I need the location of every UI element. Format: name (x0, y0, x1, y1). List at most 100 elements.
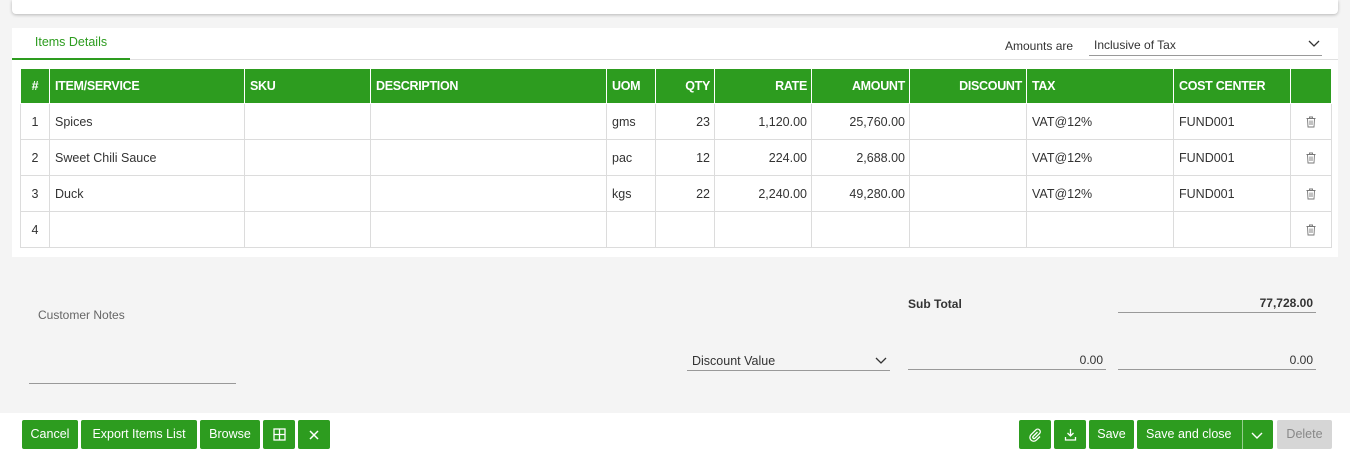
cell-uom[interactable]: pac (606, 139, 656, 176)
save-and-close-label: Save and close (1146, 427, 1232, 441)
cell-actions (1290, 103, 1332, 140)
download-button[interactable] (1054, 420, 1086, 449)
grid-icon (272, 428, 286, 441)
table-row[interactable]: 2 Sweet Chili Sauce pac 12 224.00 2,688.… (20, 139, 1332, 176)
cell-cost-center[interactable]: FUND001 (1173, 103, 1291, 140)
save-button[interactable]: Save (1089, 420, 1134, 449)
paperclip-icon (1029, 428, 1041, 442)
cell-cost-center[interactable]: FUND001 (1173, 139, 1291, 176)
chevron-down-icon[interactable] (1251, 429, 1263, 441)
cell-tax[interactable] (1026, 211, 1174, 248)
cell-qty[interactable]: 12 (655, 139, 715, 176)
cell-sku[interactable] (244, 175, 371, 212)
top-card (12, 0, 1338, 14)
cell-actions (1290, 175, 1332, 212)
cell-uom[interactable]: gms (606, 103, 656, 140)
cell-sku[interactable] (244, 211, 371, 248)
customer-notes-input[interactable] (29, 383, 236, 384)
delete-button: Delete (1277, 420, 1332, 449)
amounts-select[interactable]: Inclusive of Tax (1089, 32, 1322, 56)
cell-tax[interactable]: VAT@12% (1026, 139, 1174, 176)
cell-qty[interactable]: 22 (655, 175, 715, 212)
cell-discount[interactable] (909, 175, 1027, 212)
header-amount: AMOUNT (811, 68, 910, 104)
export-items-button[interactable]: Export Items List (81, 420, 197, 449)
cell-sku[interactable] (244, 103, 371, 140)
header-description: DESCRIPTION (370, 68, 607, 104)
clear-button[interactable] (298, 420, 330, 449)
discount-amount: 0.00 (1118, 349, 1316, 370)
split-divider (1242, 420, 1243, 449)
table-row[interactable]: 3 Duck kgs 22 2,240.00 49,280.00 VAT@12%… (20, 175, 1332, 212)
amounts-label: Amounts are (1005, 39, 1074, 53)
table-header-row: # ITEM/SERVICE SKU DESCRIPTION UOM QTY R… (20, 68, 1332, 104)
cell-sku[interactable] (244, 139, 371, 176)
browse-button[interactable]: Browse (200, 420, 260, 449)
trash-icon[interactable] (1305, 188, 1317, 200)
cell-rate[interactable]: 2,240.00 (714, 175, 812, 212)
cell-amount: 25,760.00 (811, 103, 910, 140)
cell-description[interactable] (370, 211, 607, 248)
discount-type-select[interactable]: Discount Value (687, 350, 890, 371)
cell-item[interactable]: Sweet Chili Sauce (49, 139, 245, 176)
table-row[interactable]: 4 (20, 211, 1332, 248)
header-tax: TAX (1026, 68, 1174, 104)
header-sku: SKU (244, 68, 371, 104)
download-icon (1064, 429, 1076, 441)
save-and-close-button[interactable]: Save and close (1137, 420, 1273, 449)
items-table: # ITEM/SERVICE SKU DESCRIPTION UOM QTY R… (20, 68, 1332, 248)
header-discount: DISCOUNT (909, 68, 1027, 104)
cell-uom[interactable] (606, 211, 656, 248)
table-row[interactable]: 1 Spices gms 23 1,120.00 25,760.00 VAT@1… (20, 103, 1332, 140)
cell-tax[interactable]: VAT@12% (1026, 175, 1174, 212)
cell-qty[interactable]: 23 (655, 103, 715, 140)
cell-item[interactable] (49, 211, 245, 248)
cell-rate[interactable]: 1,120.00 (714, 103, 812, 140)
cell-discount[interactable] (909, 139, 1027, 176)
cell-item[interactable]: Duck (49, 175, 245, 212)
trash-icon[interactable] (1305, 116, 1317, 128)
close-icon (309, 430, 319, 440)
items-card: Items Details Amounts are Inclusive of T… (12, 28, 1338, 257)
header-rate: RATE (714, 68, 812, 104)
cell-num: 4 (20, 211, 50, 248)
cell-rate[interactable]: 224.00 (714, 139, 812, 176)
cell-discount[interactable] (909, 211, 1027, 248)
cell-qty[interactable] (655, 211, 715, 248)
header-cost-center: COST CENTER (1173, 68, 1291, 104)
tab-row: Items Details Amounts are Inclusive of T… (12, 28, 1338, 60)
discount-input[interactable]: 0.00 (908, 349, 1106, 370)
cell-description[interactable] (370, 175, 607, 212)
cancel-button[interactable]: Cancel (22, 420, 78, 449)
header-qty: QTY (655, 68, 715, 104)
cell-discount[interactable] (909, 103, 1027, 140)
cell-amount: 2,688.00 (811, 139, 910, 176)
header-item: ITEM/SERVICE (49, 68, 245, 104)
cell-actions (1290, 211, 1332, 248)
header-uom: UOM (606, 68, 656, 104)
tab-items-details[interactable]: Items Details (12, 28, 130, 60)
header-actions (1290, 68, 1332, 104)
trash-icon[interactable] (1305, 224, 1317, 236)
cell-cost-center[interactable]: FUND001 (1173, 175, 1291, 212)
cell-amount: 49,280.00 (811, 175, 910, 212)
cell-num: 1 (20, 103, 50, 140)
grid-button[interactable] (263, 420, 295, 449)
subtotal-value: 77,728.00 (1118, 292, 1316, 313)
header-num: # (20, 68, 50, 104)
cell-cost-center[interactable] (1173, 211, 1291, 248)
chevron-down-icon (1308, 40, 1320, 47)
customer-notes-label: Customer Notes (38, 308, 125, 322)
discount-type-value: Discount Value (692, 354, 776, 368)
cell-description[interactable] (370, 139, 607, 176)
cell-num: 2 (20, 139, 50, 176)
attach-button[interactable] (1019, 420, 1051, 449)
cell-uom[interactable]: kgs (606, 175, 656, 212)
trash-icon[interactable] (1305, 152, 1317, 164)
cell-amount (811, 211, 910, 248)
cell-tax[interactable]: VAT@12% (1026, 103, 1174, 140)
cell-num: 3 (20, 175, 50, 212)
cell-rate[interactable] (714, 211, 812, 248)
cell-item[interactable]: Spices (49, 103, 245, 140)
cell-description[interactable] (370, 103, 607, 140)
